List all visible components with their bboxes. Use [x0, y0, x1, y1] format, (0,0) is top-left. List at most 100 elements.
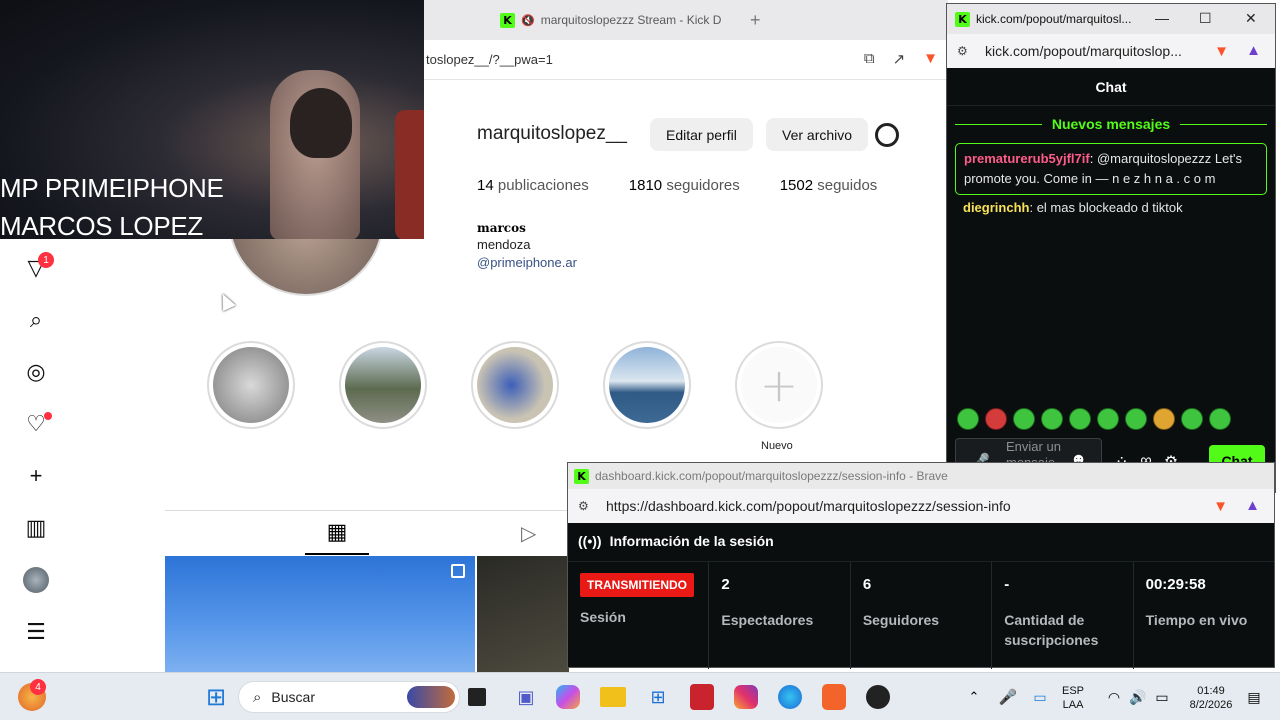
instagram-sidebar: ▽ 1 ⌕ ◎ ♡ + ▥ ☰: [0, 240, 72, 670]
emote-icon[interactable]: [1041, 408, 1063, 430]
stat-value: 00:29:58: [1145, 576, 1206, 593]
view-archive-button[interactable]: Ver archivo: [766, 118, 869, 151]
emote-icon[interactable]: [1209, 408, 1231, 430]
create-icon[interactable]: +: [22, 462, 50, 490]
chat-username[interactable]: prematurerub5yjfl7if: [964, 151, 1090, 166]
grid-icon: ▦: [326, 519, 348, 544]
emote-icon[interactable]: [1013, 408, 1035, 430]
notifications-icon[interactable]: ▤: [1240, 683, 1268, 711]
emote-icon[interactable]: [1069, 408, 1091, 430]
site-settings-icon[interactable]: ⚙: [957, 44, 968, 58]
chat-header: Chat: [947, 68, 1275, 106]
taskbar-search[interactable]: ⌕ Buscar: [238, 681, 460, 713]
emote-icon[interactable]: [1153, 408, 1175, 430]
chat-username[interactable]: diegrinchh: [963, 200, 1029, 215]
story-highlight[interactable]: [339, 341, 427, 429]
search-icon: ⌕: [253, 688, 262, 706]
address-bar[interactable]: ⚙ https://dashboard.kick.com/popout/marq…: [568, 489, 1274, 523]
profile-avatar-icon[interactable]: [22, 566, 50, 594]
stat-following[interactable]: 1502 seguidos: [780, 177, 878, 194]
instagram-app-icon[interactable]: [734, 685, 758, 709]
chat-message[interactable]: prematurerub5yjfl7if: @marquitoslopezzz …: [955, 143, 1267, 195]
stat-followers[interactable]: 1810 seguidores: [629, 177, 740, 194]
share-icon[interactable]: ↗: [893, 50, 906, 68]
edit-profile-button[interactable]: Editar perfil: [650, 118, 753, 151]
clock[interactable]: 01:49 8/2/2026: [1186, 684, 1236, 712]
reels-tab[interactable]: ▷: [521, 521, 536, 546]
address-bar[interactable]: ⚙ kick.com/popout/marquitoslop... ▼ ▲: [947, 34, 1275, 68]
edge-icon[interactable]: [778, 685, 802, 709]
search-icon[interactable]: ⌕: [22, 306, 50, 334]
profile-link[interactable]: @primeiphone.ar: [477, 255, 577, 270]
brave-shields-icon[interactable]: ▼: [923, 50, 938, 68]
story-highlight[interactable]: [471, 341, 559, 429]
close-icon[interactable]: ✕: [1245, 10, 1257, 27]
stat-label: Seguidores: [862, 612, 940, 628]
emote-icon[interactable]: [1097, 408, 1119, 430]
stat-label: Sesión: [580, 609, 626, 625]
emote-icon[interactable]: [1125, 408, 1147, 430]
story-highlight[interactable]: [603, 341, 691, 429]
brave-rewards-icon[interactable]: ▲: [1245, 497, 1260, 514]
explore-icon[interactable]: ◎: [22, 358, 50, 386]
browser-tab-kick[interactable]: K 🔇 marquitoslopezzz Stream - Kick D: [500, 8, 721, 32]
battery-icon[interactable]: ▭: [1148, 683, 1176, 711]
window-titlebar[interactable]: K kick.com/popout/marquitosl... — ☐ ✕: [947, 4, 1275, 34]
chevron-up-icon[interactable]: ⌃: [960, 683, 988, 711]
emote-icon[interactable]: [1181, 408, 1203, 430]
new-highlight-button[interactable]: +: [735, 341, 823, 429]
display-tray-icon[interactable]: ▭: [1026, 683, 1054, 711]
post-thumbnail[interactable]: [165, 556, 475, 672]
window-titlebar[interactable]: K dashboard.kick.com/popout/marquitoslop…: [568, 463, 1274, 489]
chat-message[interactable]: diegrinchh: el mas blockeado d tiktok: [963, 200, 1263, 215]
stat-label: Espectadores: [721, 612, 814, 628]
search-highlight-image: [407, 686, 455, 708]
microphone-tray-icon[interactable]: 🎤: [994, 683, 1022, 711]
mouse-cursor-icon: [216, 290, 236, 312]
window-title: kick.com/popout/marquitosl...: [976, 12, 1132, 26]
posts-grid-tab[interactable]: ▦: [305, 519, 369, 555]
windows-start-icon[interactable]: ⊞: [202, 683, 230, 711]
brave-rewards-icon[interactable]: ▲: [1246, 42, 1261, 59]
maximize-icon[interactable]: ☐: [1199, 10, 1212, 27]
brave-shields-icon[interactable]: ▼: [1214, 43, 1229, 60]
address-bar[interactable]: toslopez__/?__pwa=1 ⧉ ↗ ▼: [424, 40, 948, 80]
tab-title: marquitoslopezzz Stream - Kick D: [540, 13, 722, 27]
teams-icon[interactable]: ▣: [512, 683, 540, 711]
session-stats: TRANSMITIENDO Sesión 2 Espectadores 6 Se…: [568, 561, 1274, 669]
settings-gear-icon[interactable]: [875, 123, 899, 147]
menu-icon[interactable]: ☰: [22, 618, 50, 646]
post-thumbnail[interactable]: [477, 556, 569, 672]
stat-posts[interactable]: 14 publicaciones: [477, 177, 589, 194]
stat-label: Tiempo en vivo: [1145, 612, 1248, 628]
profile-username: marquitoslopez__: [477, 123, 627, 144]
microsoft-store-icon[interactable]: ⊞: [644, 683, 672, 711]
session-header: ((•)) Información de la sesión: [578, 533, 774, 549]
new-tab-icon[interactable]: +: [750, 10, 761, 31]
new-highlight-label: Nuevo: [761, 440, 793, 452]
site-settings-icon[interactable]: ⚙: [578, 499, 589, 513]
open-external-icon[interactable]: ⧉: [864, 50, 875, 68]
overlay-text-line2: MARCOS LOPEZ: [0, 211, 203, 239]
minimize-icon[interactable]: —: [1155, 10, 1169, 26]
carousel-icon: [451, 564, 465, 578]
task-view-icon[interactable]: [468, 688, 486, 706]
emote-icon[interactable]: [985, 408, 1007, 430]
insights-icon[interactable]: ▥: [22, 514, 50, 542]
language-indicator[interactable]: ESP LAA: [1062, 684, 1084, 712]
stat-value: 6: [862, 576, 872, 593]
mcafee-icon[interactable]: [690, 684, 714, 710]
brave-shields-icon[interactable]: ▼: [1213, 498, 1228, 515]
story-highlight[interactable]: [207, 341, 295, 429]
copilot-icon[interactable]: [556, 685, 580, 709]
emote-icon[interactable]: [957, 408, 979, 430]
taskbar-search-placeholder: Buscar: [271, 689, 315, 705]
brave-browser-icon[interactable]: [822, 684, 846, 710]
file-explorer-icon[interactable]: [600, 687, 626, 707]
stat-value: 2: [721, 576, 730, 593]
stat-value: -: [1004, 576, 1010, 593]
emote-bar: [957, 408, 1231, 430]
stat-live-time: 00:29:58 Tiempo en vivo: [1134, 562, 1274, 669]
obs-icon[interactable]: [866, 685, 890, 709]
mute-icon[interactable]: 🔇: [521, 14, 535, 27]
